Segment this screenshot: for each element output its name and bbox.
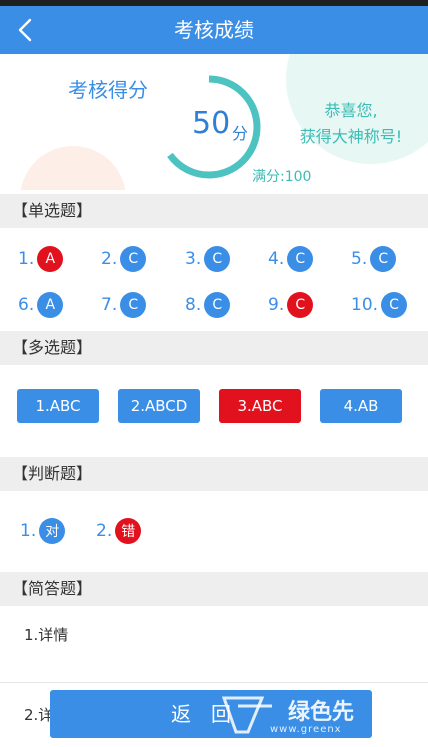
answer-badge: 对: [39, 518, 66, 544]
single-choice-item[interactable]: 9. C: [268, 292, 314, 318]
congrats-line: 获得大神称号!: [299, 127, 403, 146]
single-choice-item[interactable]: 10. C: [351, 292, 408, 318]
answer-badge: C: [204, 246, 231, 272]
section-header-short: 【简答题】: [0, 572, 428, 606]
single-choice-item[interactable]: 2. C: [101, 246, 147, 272]
single-choice-item[interactable]: 5. C: [351, 246, 397, 272]
short-answer-item[interactable]: 2.详: [24, 704, 53, 725]
answer-badge: C: [287, 246, 314, 272]
multi-choice-button[interactable]: 3.ABC: [219, 389, 301, 423]
question-number: 2.: [96, 521, 113, 541]
section-header-multi: 【多选题】: [0, 331, 428, 365]
answer-badge: A: [37, 292, 64, 318]
divider: [0, 682, 428, 683]
answer-badge: C: [370, 246, 397, 272]
single-choice-item[interactable]: 6. A: [18, 292, 64, 318]
congrats-line: 恭喜您,: [324, 101, 378, 120]
page-title: 考核成绩: [174, 18, 254, 42]
answer-badge: C: [120, 292, 147, 318]
single-choice-item[interactable]: 7. C: [101, 292, 147, 318]
question-number: 7.: [101, 295, 118, 315]
short-answer-item[interactable]: 1.详情: [24, 624, 68, 645]
congrats-message: 恭喜您, 获得大神称号!: [286, 98, 416, 150]
answer-badge: C: [120, 246, 147, 272]
question-number: 4.: [268, 249, 285, 269]
question-number: 6.: [18, 295, 35, 315]
judge-item[interactable]: 2. 错: [96, 518, 142, 544]
question-number: 9.: [268, 295, 285, 315]
multi-choice-button[interactable]: 2.ABCD: [118, 389, 200, 423]
decorative-circle: [20, 146, 126, 190]
score-unit: 分: [232, 124, 249, 143]
multi-choice-button[interactable]: 1.ABC: [17, 389, 99, 423]
watermark-url: www.greenx: [270, 724, 342, 735]
score-label: 考核得分: [68, 78, 148, 102]
answer-badge: C: [204, 292, 231, 318]
answer-badge: A: [37, 246, 64, 272]
answer-badge: C: [381, 292, 408, 318]
answer-badge: C: [287, 292, 314, 318]
answer-badge: 错: [115, 518, 142, 544]
question-number: 5.: [351, 249, 368, 269]
single-choice-item[interactable]: 4. C: [268, 246, 314, 272]
single-choice-item[interactable]: 8. C: [185, 292, 231, 318]
question-number: 8.: [185, 295, 202, 315]
section-header-judge: 【判断题】: [0, 457, 428, 491]
section-header-single: 【单选题】: [0, 194, 428, 228]
score-panel: 考核得分 50 分 满分:100 恭喜您, 获得大神称号!: [0, 54, 428, 190]
question-number: 2.: [101, 249, 118, 269]
single-choice-item[interactable]: 3. C: [185, 246, 231, 272]
full-score-text: 满分:100: [252, 169, 312, 185]
question-number: 10.: [351, 295, 379, 315]
score-value: 50: [192, 106, 231, 141]
top-nav-bar: 考核成绩: [0, 6, 428, 54]
single-choice-item[interactable]: 1. A: [18, 246, 64, 272]
question-number: 1.: [20, 521, 37, 541]
multi-choice-button[interactable]: 4.AB: [320, 389, 402, 423]
question-number: 1.: [18, 249, 35, 269]
question-number: 3.: [185, 249, 202, 269]
watermark-text: 绿色先: [288, 700, 355, 725]
judge-item[interactable]: 1. 对: [20, 518, 66, 544]
